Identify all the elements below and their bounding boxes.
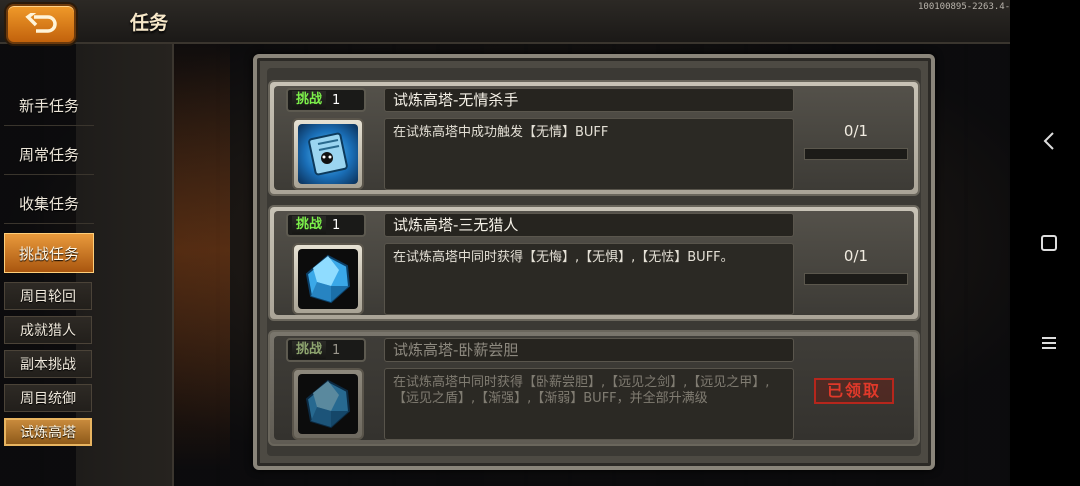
task-card: 挑战 1 试炼高塔-三无猎人 在试炼高塔中同时获得【无悔】,【无惧】,【无怯】B…	[268, 205, 920, 321]
progress-bar	[804, 273, 908, 285]
submenu-item-achievement-hunter[interactable]: 成就猎人	[4, 316, 92, 344]
menu-item-collect[interactable]: 收集任务	[4, 184, 94, 224]
background-glow	[170, 30, 230, 470]
back-button[interactable]	[6, 4, 76, 44]
return-arrow-icon	[25, 13, 57, 33]
challenge-badge: 挑战 1	[286, 338, 366, 362]
chevron-left-icon	[1043, 132, 1054, 150]
badge-level: 1	[332, 342, 341, 358]
challenge-badge: 挑战 1	[286, 213, 366, 237]
menu-icon	[1042, 337, 1056, 349]
badge-tag: 挑战	[292, 216, 327, 234]
nav-home-button[interactable]	[1036, 230, 1062, 256]
badge-tag: 挑战	[292, 341, 327, 359]
task-name: 试炼高塔-卧薪尝胆	[384, 338, 794, 362]
blue-gem-icon	[305, 254, 351, 304]
claimed-stamp: 已领取	[814, 378, 894, 404]
task-name: 试炼高塔-三无猎人	[384, 213, 794, 237]
task-name: 试炼高塔-无情杀手	[384, 88, 794, 112]
nav-back-button[interactable]	[1036, 128, 1062, 154]
submenu-item-dungeon-challenge[interactable]: 副本挑战	[4, 350, 92, 378]
blue-gem-icon	[305, 379, 351, 429]
task-description: 在试炼高塔中同时获得【卧薪尝胆】,【远见之剑】,【远见之甲】,【远见之盾】,【渐…	[384, 368, 794, 440]
menu-item-challenge[interactable]: 挑战任务	[4, 233, 94, 273]
progress-text: 0/1	[843, 247, 869, 265]
scroll-icon	[308, 132, 348, 176]
badge-level: 1	[332, 92, 341, 108]
nav-menu-button[interactable]	[1036, 330, 1062, 356]
submenu-item-cycle-command[interactable]: 周目统御	[4, 384, 92, 412]
task-description: 在试炼高塔中同时获得【无悔】,【无惧】,【无怯】BUFF。	[384, 243, 794, 315]
task-icon-frame	[292, 368, 364, 440]
progress-text: 0/1	[843, 122, 869, 140]
page-title: 任务	[130, 12, 169, 34]
menu-item-newbie[interactable]: 新手任务	[4, 86, 94, 126]
task-icon-frame	[292, 243, 364, 315]
square-icon	[1041, 235, 1057, 251]
task-card: 挑战 1 试炼高塔-卧薪尝胆 在试炼高塔中同时获得【卧薪尝胆】,【远见之剑】,【…	[268, 330, 920, 446]
task-icon-frame	[292, 118, 364, 190]
submenu-item-cycle[interactable]: 周目轮回	[4, 282, 92, 310]
submenu-item-trial-tower[interactable]: 试炼高塔	[4, 418, 92, 446]
task-description: 在试炼高塔中成功触发【无情】BUFF	[384, 118, 794, 190]
challenge-badge: 挑战 1	[286, 88, 366, 112]
badge-tag: 挑战	[292, 91, 327, 109]
progress-bar	[804, 148, 908, 160]
task-card: 挑战 1 试炼高塔-无情杀手 在试炼高塔中成功触发【无情】BUFF 0/1	[268, 80, 920, 196]
badge-level: 1	[332, 217, 341, 233]
menu-item-weekly[interactable]: 周常任务	[4, 135, 94, 175]
